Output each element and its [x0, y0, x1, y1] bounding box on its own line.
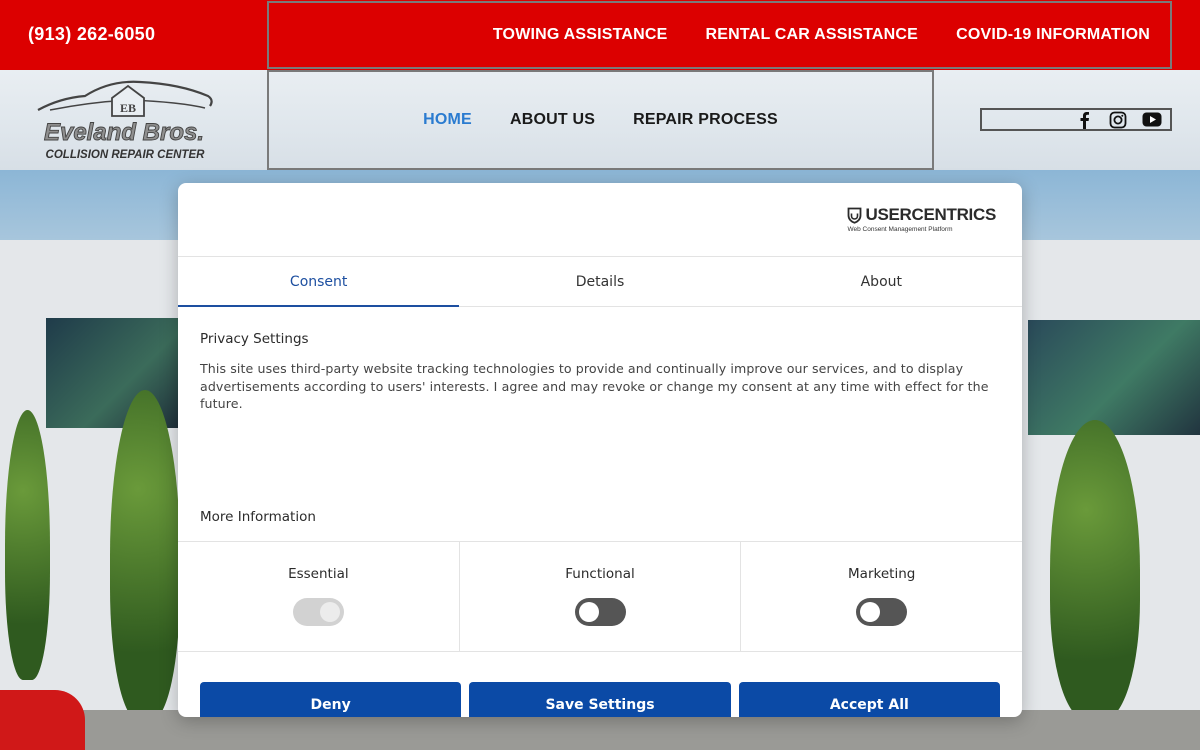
- category-essential: Essential: [178, 542, 460, 651]
- consent-header: USERCENTRICS Web Consent Management Plat…: [178, 183, 1022, 257]
- red-car: [0, 690, 85, 750]
- tree-left: [110, 390, 180, 720]
- usercentrics-subtitle: Web Consent Management Platform: [847, 226, 953, 233]
- tree-far-left: [5, 410, 50, 680]
- shield-icon: [848, 207, 862, 224]
- nav-repair-process[interactable]: REPAIR PROCESS: [633, 111, 778, 129]
- category-label: Functional: [565, 566, 635, 582]
- marketing-toggle[interactable]: [856, 598, 908, 626]
- tree-right: [1050, 420, 1140, 720]
- phone-number[interactable]: (913) 262-6050: [28, 24, 155, 45]
- usercentrics-logo: USERCENTRICS Web Consent Management Plat…: [847, 205, 996, 233]
- nav-home[interactable]: HOME: [423, 111, 472, 129]
- facebook-icon[interactable]: [1074, 110, 1094, 130]
- tab-details[interactable]: Details: [459, 257, 740, 306]
- essential-toggle: [292, 598, 344, 626]
- category-label: Essential: [288, 566, 349, 582]
- consent-dialog: USERCENTRICS Web Consent Management Plat…: [178, 183, 1022, 717]
- social-links: [980, 108, 1172, 131]
- main-nav: HOME ABOUT US REPAIR PROCESS: [267, 70, 934, 170]
- site-header: EB Eveland Bros. COLLISION REPAIR CENTER…: [0, 70, 1200, 170]
- functional-toggle[interactable]: [574, 598, 626, 626]
- usercentrics-brand: USERCENTRICS: [865, 205, 996, 224]
- save-settings-button[interactable]: Save Settings: [469, 682, 731, 717]
- category-marketing: Marketing: [741, 542, 1022, 651]
- covid-information-link[interactable]: COVID-19 INFORMATION: [956, 26, 1150, 44]
- consent-body: Privacy Settings This site uses third-pa…: [178, 307, 1022, 509]
- more-information-link[interactable]: More Information: [178, 509, 1022, 541]
- deny-button[interactable]: Deny: [200, 682, 462, 717]
- instagram-icon[interactable]: [1108, 110, 1128, 130]
- privacy-settings-text: This site uses third-party website track…: [200, 361, 989, 411]
- youtube-icon[interactable]: [1142, 110, 1162, 130]
- accept-all-button[interactable]: Accept All: [738, 682, 1000, 717]
- category-functional: Functional: [460, 542, 742, 651]
- rental-car-assistance-link[interactable]: RENTAL CAR ASSISTANCE: [706, 26, 919, 44]
- consent-buttons: Deny Save Settings Accept All: [178, 652, 1022, 717]
- top-bar: (913) 262-6050 TOWING ASSISTANCE RENTAL …: [0, 0, 1200, 70]
- toggle-knob: [319, 602, 340, 622]
- tab-consent[interactable]: Consent: [178, 257, 460, 307]
- site-logo[interactable]: EB Eveland Bros. COLLISION REPAIR CENTER: [30, 76, 220, 166]
- consent-categories: Essential Functional Marketing: [178, 541, 1022, 652]
- nav-about-us[interactable]: ABOUT US: [510, 111, 595, 129]
- logo-graphic: EB Eveland Bros. COLLISION REPAIR CENTER: [37, 80, 213, 161]
- logo-monogram: EB: [120, 101, 136, 115]
- building-window-right: [1028, 320, 1200, 435]
- privacy-settings-title: Privacy Settings: [200, 331, 309, 347]
- toggle-knob: [860, 602, 881, 622]
- towing-assistance-link[interactable]: TOWING ASSISTANCE: [493, 26, 668, 44]
- consent-tabs: Consent Details About: [178, 257, 1022, 307]
- category-label: Marketing: [848, 566, 916, 582]
- toggle-knob: [578, 602, 599, 622]
- tab-about[interactable]: About: [741, 257, 1022, 306]
- logo-tagline: COLLISION REPAIR CENTER: [46, 149, 206, 161]
- top-nav: TOWING ASSISTANCE RENTAL CAR ASSISTANCE …: [267, 1, 1172, 69]
- logo-name: Eveland Bros.: [44, 119, 204, 146]
